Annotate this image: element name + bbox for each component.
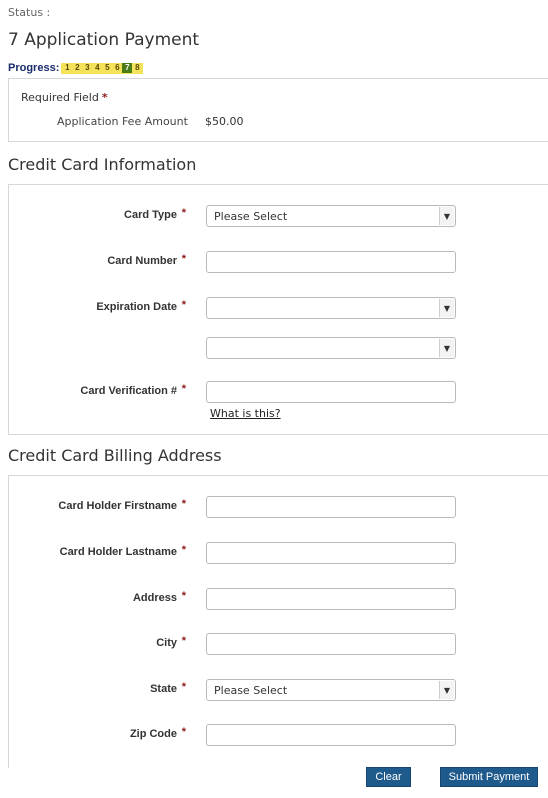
billing-panel: Card Holder Firstname * Card Holder Lastn…: [8, 475, 548, 768]
progress-step: 8: [135, 63, 140, 72]
required-star-icon: *: [101, 91, 108, 104]
expiration-date-label: Expiration Date *: [96, 299, 186, 313]
card-number-input[interactable]: [206, 251, 456, 273]
credit-card-panel: Card Type * Please Select ▼ Card Number * …: [8, 184, 548, 435]
progress-step: 6: [115, 63, 120, 72]
card-number-row: Card Number *: [9, 251, 548, 275]
expiration-year-select[interactable]: ▼: [206, 337, 456, 359]
zip-input[interactable]: [206, 724, 456, 746]
card-type-row: Card Type * Please Select ▼: [9, 205, 548, 229]
address-row: Address *: [9, 588, 548, 612]
lastname-row: Card Holder Lastname *: [9, 542, 548, 566]
application-fee-value: $50.00: [205, 115, 244, 128]
chevron-down-icon: ▼: [439, 681, 454, 699]
chevron-down-icon: ▼: [439, 339, 454, 357]
city-input[interactable]: [206, 633, 456, 655]
address-label: Address *: [132, 590, 186, 604]
progress-bar: Progress: 1 2 3 4 5 6 7 8: [8, 62, 144, 74]
expiration-month-row: Expiration Date * ▼: [9, 297, 548, 321]
progress-label: Progress:: [8, 62, 60, 74]
credit-card-section-title: Credit Card Information: [8, 155, 197, 174]
card-number-label: Card Number *: [107, 253, 186, 267]
chevron-down-icon: ▼: [439, 207, 454, 225]
lastname-input[interactable]: [206, 542, 456, 564]
progress-step: 1: [65, 63, 70, 72]
card-type-select[interactable]: Please Select ▼: [206, 205, 456, 227]
submit-payment-button[interactable]: Submit Payment: [440, 767, 538, 787]
firstname-label: Card Holder Firstname *: [58, 498, 186, 512]
card-type-value: Please Select: [214, 210, 288, 223]
expiration-year-row: ▼: [9, 337, 548, 361]
progress-step: 4: [95, 63, 100, 72]
chevron-down-icon: ▼: [439, 299, 454, 317]
address-input[interactable]: [206, 588, 456, 610]
status-label: Status :: [8, 6, 51, 19]
billing-section-title: Credit Card Billing Address: [8, 446, 222, 465]
progress-step: 5: [105, 63, 110, 72]
city-label: City *: [156, 635, 186, 649]
cvv-label: Card Verification # *: [80, 383, 186, 397]
fee-summary-panel: Required Field * Application Fee Amount $…: [8, 78, 548, 142]
progress-step-current: 7: [122, 63, 133, 73]
clear-button[interactable]: Clear: [366, 767, 411, 787]
firstname-row: Card Holder Firstname *: [9, 496, 548, 520]
cvv-input[interactable]: [206, 381, 456, 403]
zip-label: Zip Code *: [129, 726, 186, 740]
application-fee-label: Application Fee Amount: [57, 115, 188, 128]
state-select[interactable]: Please Select ▼: [206, 679, 456, 701]
progress-steps: 1 2 3 4 5 6 7 8: [61, 62, 144, 74]
lastname-label: Card Holder Lastname *: [59, 544, 186, 558]
zip-row: Zip Code *: [9, 724, 548, 748]
state-row: State * Please Select ▼: [9, 679, 548, 703]
state-value: Please Select: [214, 684, 288, 697]
what-is-this-link[interactable]: What is this?: [210, 407, 281, 420]
required-field-note: Required Field *: [21, 91, 108, 104]
firstname-input[interactable]: [206, 496, 456, 518]
state-label: State *: [150, 681, 186, 695]
card-type-label: Card Type *: [124, 207, 186, 221]
cvv-row: Card Verification # *: [9, 381, 548, 405]
expiration-month-select[interactable]: ▼: [206, 297, 456, 319]
progress-step: 3: [85, 63, 90, 72]
required-field-label: Required Field: [21, 91, 99, 104]
city-row: City *: [9, 633, 548, 657]
progress-step: 2: [75, 63, 80, 72]
page-title: 7 Application Payment: [8, 30, 200, 50]
